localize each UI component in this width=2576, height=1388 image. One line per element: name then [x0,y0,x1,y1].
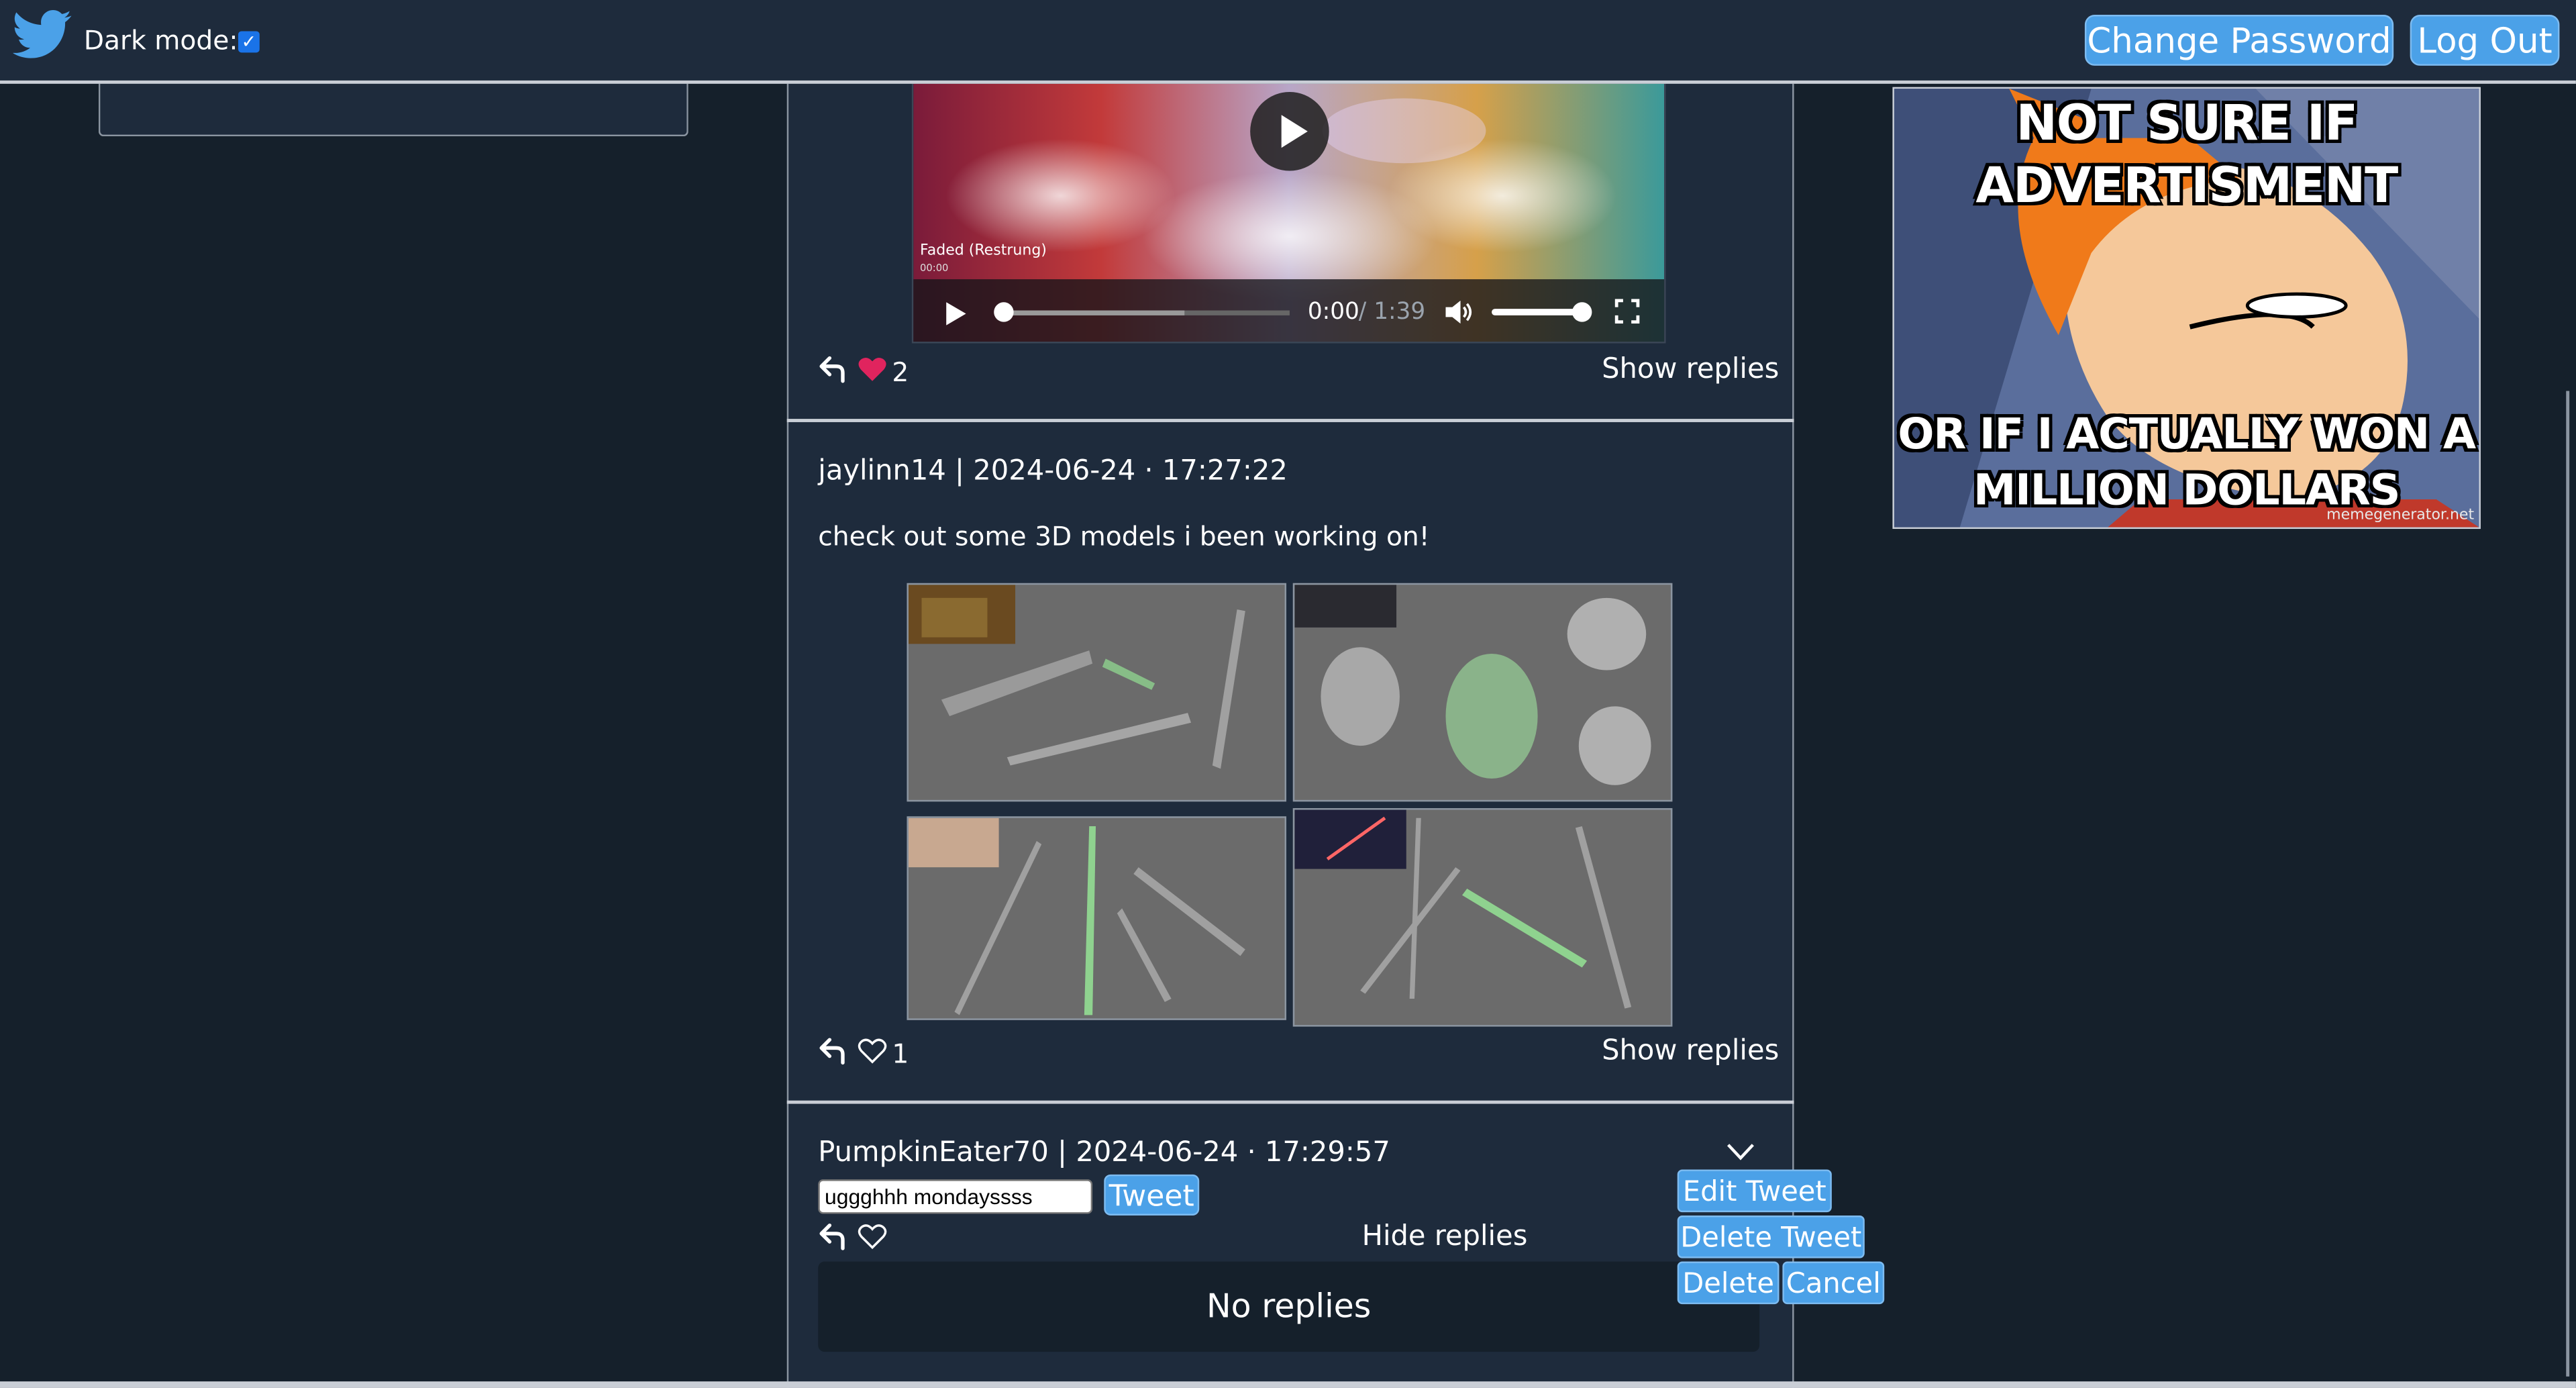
edit-tweet-button[interactable]: Edit Tweet [1677,1169,1832,1213]
show-replies-link[interactable]: Show replies [1602,353,1779,386]
video-play-overlay-button[interactable] [1250,92,1329,171]
twitter-bird-icon[interactable] [13,8,72,60]
heart-outline-icon[interactable] [858,1224,887,1250]
video-title: Faded (Restrung) [920,243,1047,260]
delete-tweet-button[interactable]: Delete Tweet [1677,1216,1865,1258]
dark-mode-checkbox[interactable]: ✓ [238,31,260,53]
video-progress-handle[interactable] [994,302,1014,322]
left-sidebar-panel [98,79,688,137]
top-bar: Dark mode: ✓ Change Password Log Out [0,0,2576,84]
show-replies-link[interactable]: Show replies [1602,1035,1779,1068]
video-title-time: 00:00 [920,262,949,275]
tweet-timestamp: 2024-06-24 · 17:29:57 [1076,1136,1390,1170]
tweet-timestamp: 2024-06-24 · 17:27:22 [973,454,1288,488]
tweet-username[interactable]: PumpkinEater70 [818,1137,1049,1170]
edit-tweet-input[interactable] [818,1179,1093,1214]
meta-separator: | [955,454,965,488]
tweet-image-rifles[interactable] [907,583,1287,802]
heart-outline-icon[interactable] [858,1038,887,1064]
video-current-time: 0:00 [1307,299,1359,326]
cancel-delete-button[interactable]: Cancel [1782,1261,1885,1305]
volume-icon[interactable] [1444,299,1474,325]
meme-top-line-2: ADVERTISMENT [1975,157,2398,215]
tweet-submit-button[interactable]: Tweet [1104,1174,1200,1216]
sword-models-render [908,817,1245,1015]
tweet-image-helmets[interactable] [1292,583,1673,802]
hide-replies-link[interactable]: Hide replies [1362,1220,1528,1253]
lightsaber-models-render [1294,809,1632,1009]
tweet-image-swords[interactable] [907,816,1287,1020]
confirm-delete-button[interactable]: Delete [1677,1261,1780,1305]
tweet-image-lightsabers[interactable] [1292,808,1673,1027]
fullscreen-icon[interactable] [1614,299,1640,324]
logout-button[interactable]: Log Out [2410,15,2560,66]
tweet-author: PumpkinEater70 | 2024-06-24 · 17:29:57 [818,1137,1390,1170]
dark-mode-label: Dark mode: [83,24,238,56]
video-duration: / 1:39 [1358,299,1426,326]
play-icon[interactable] [945,301,968,327]
reply-icon[interactable] [818,1036,847,1066]
meme-top-line-1: NOT SURE IF [2016,95,2358,153]
fry-meme-illustration [1894,89,2479,528]
change-password-button[interactable]: Change Password [2084,15,2394,66]
chevron-down-icon[interactable] [1727,1143,1755,1161]
video-player[interactable]: Faded (Restrung) 00:00 0:00 / 1:39 [911,80,1666,344]
page-scrollbar[interactable] [2566,391,2570,1377]
reply-icon[interactable] [818,1222,847,1252]
meta-separator: | [1058,1136,1068,1170]
rifle-models-render [908,585,1245,769]
tweet-author: jaylinn14 | 2024-06-24 · 17:27:22 [818,455,1288,488]
volume-slider-handle[interactable] [1572,302,1592,322]
helmet-models-render [1294,585,1651,785]
tweet-divider [786,419,1794,422]
reply-icon[interactable] [818,355,847,385]
meme-bottom-line-1: OR IF I ACTUALLY WON A [1898,410,2476,460]
tweet-divider [786,1100,1794,1104]
like-count: 1 [892,1038,909,1070]
heart-filled-icon[interactable] [858,356,887,383]
video-buffer-bar [1000,310,1185,315]
meme-watermark: memegenerator.net [2326,507,2475,524]
volume-slider-track[interactable] [1492,309,1581,315]
like-count: 2 [892,356,909,388]
tweet-username[interactable]: jaylinn14 [818,455,946,488]
bottom-edge [0,1381,2576,1388]
ad-meme-image[interactable]: NOT SURE IF ADVERTISMENT OR IF I ACTUALL… [1892,87,2481,530]
tweet-text: check out some 3D models i been working … [818,520,1430,552]
no-replies-message: No replies [818,1261,1760,1352]
